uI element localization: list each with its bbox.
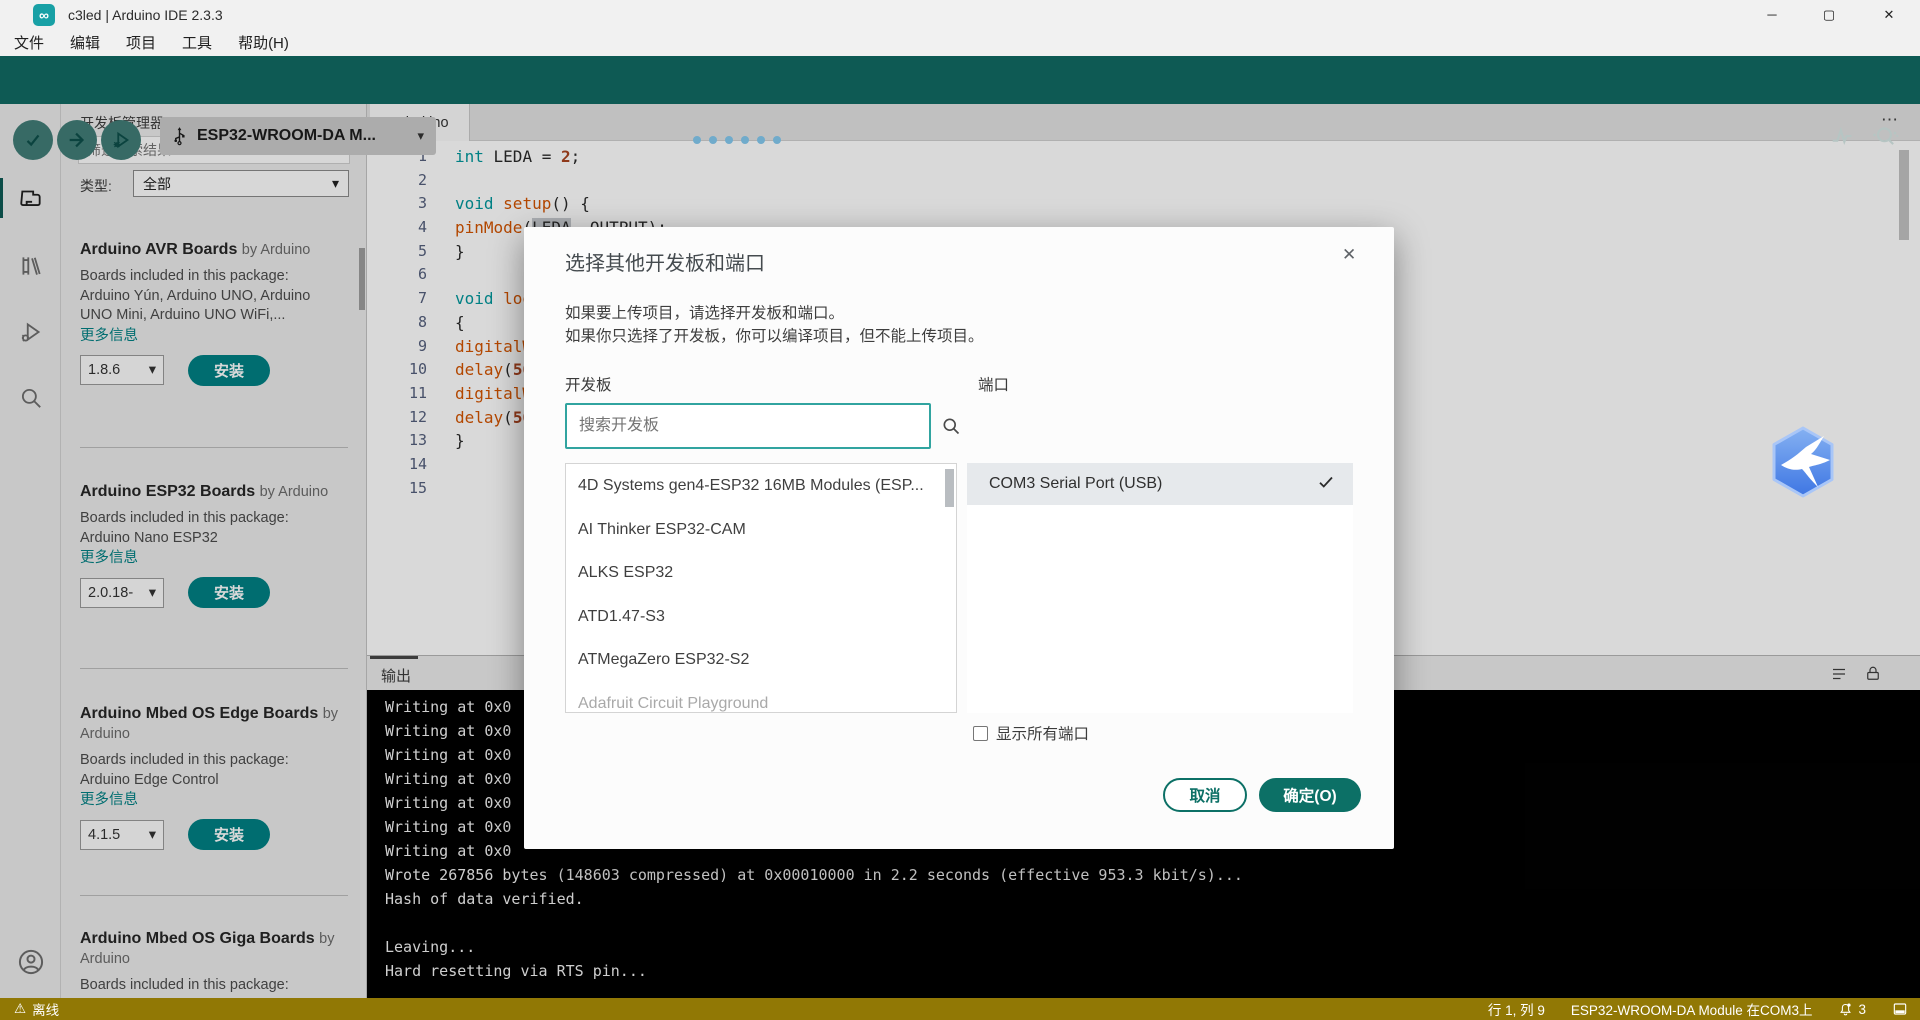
board-port-status[interactable]: ESP32-WROOM-DA Module 在COM3上 [1571,999,1813,1019]
board-search-input[interactable] [565,403,931,449]
ok-button[interactable]: 确定(O) [1259,778,1361,812]
arduino-ide-window: { "colors": { "accent": "#008184", "tool… [0,0,1920,1020]
menu-help[interactable]: 帮助(H) [238,32,289,53]
board-list-item[interactable]: AI Thinker ESP32-CAM [566,508,956,552]
board-list[interactable]: 4D Systems gen4-ESP32 16MB Modules (ESP.… [565,463,957,713]
thunder-download-badge[interactable] [1765,424,1841,500]
notification-count: 3 [1858,1002,1866,1017]
port-column-label: 端口 [978,373,1009,395]
port-name: COM3 Serial Port (USB) [989,475,1317,493]
minimize-button[interactable]: ─ [1749,0,1795,29]
board-list-item[interactable]: ATD1.47-S3 [566,595,956,639]
window-title: c3led | Arduino IDE 2.3.3 [68,0,223,29]
board-column-label: 开发板 [565,373,612,395]
offline-label: 离线 [32,999,59,1019]
maximize-button[interactable]: ▢ [1806,0,1852,29]
show-all-ports-row[interactable]: 显示所有端口 [973,722,1089,744]
bird-hexagon-icon [1765,424,1841,500]
title-bar: ∞ c3led | Arduino IDE 2.3.3 ─ ▢ ✕ [0,0,1920,29]
port-list-item-selected[interactable]: COM3 Serial Port (USB) [967,463,1353,505]
menu-tools[interactable]: 工具 [182,32,212,53]
toolbar: ESP32-WROOM-DA M... ▾ [0,56,1920,104]
arduino-logo-icon: ∞ [33,4,55,26]
menu-sketch[interactable]: 项目 [126,32,156,53]
panel-icon [1892,1001,1908,1017]
menu-file[interactable]: 文件 [14,32,44,53]
dialog-instruction-1: 如果要上传项目，请选择开发板和端口。 [565,301,844,323]
dialog-title: 选择其他开发板和端口 [565,247,765,276]
toggle-panel-button[interactable] [1892,1001,1908,1017]
close-button[interactable]: ✕ [1866,0,1912,29]
status-bar: ⚠ 离线 行 1, 列 9 ESP32-WROOM-DA Module 在COM… [0,998,1920,1020]
menu-edit[interactable]: 编辑 [70,32,100,53]
show-all-ports-checkbox[interactable] [973,726,988,741]
search-icon [941,416,961,436]
cancel-button[interactable]: 取消 [1163,778,1247,812]
select-board-port-dialog: 选择其他开发板和端口 ✕ 如果要上传项目，请选择开发板和端口。 如果你只选择了开… [524,227,1394,849]
board-list-item[interactable]: ALKS ESP32 [566,551,956,595]
port-list[interactable]: COM3 Serial Port (USB) [967,463,1353,713]
check-icon [1317,473,1335,496]
board-list-scrollbar-thumb[interactable] [945,469,954,507]
board-list-item[interactable]: 4D Systems gen4-ESP32 16MB Modules (ESP.… [566,464,956,508]
offline-status[interactable]: ⚠ 离线 [14,999,59,1019]
show-all-ports-label: 显示所有端口 [996,722,1089,744]
board-list-item[interactable]: Adafruit Circuit Playground [566,682,956,714]
menu-bar: 文件 编辑 项目 工具 帮助(H) [0,29,1920,56]
notifications[interactable]: 3 [1838,1002,1866,1017]
warning-icon: ⚠ [14,1001,26,1017]
bell-icon [1838,1002,1853,1017]
cursor-position[interactable]: 行 1, 列 9 [1488,999,1545,1019]
dialog-close-icon[interactable]: ✕ [1342,245,1356,265]
board-list-item[interactable]: ATMegaZero ESP32-S2 [566,638,956,682]
dialog-instruction-2: 如果你只选择了开发板，你可以编译项目，但不能上传项目。 [565,324,984,346]
